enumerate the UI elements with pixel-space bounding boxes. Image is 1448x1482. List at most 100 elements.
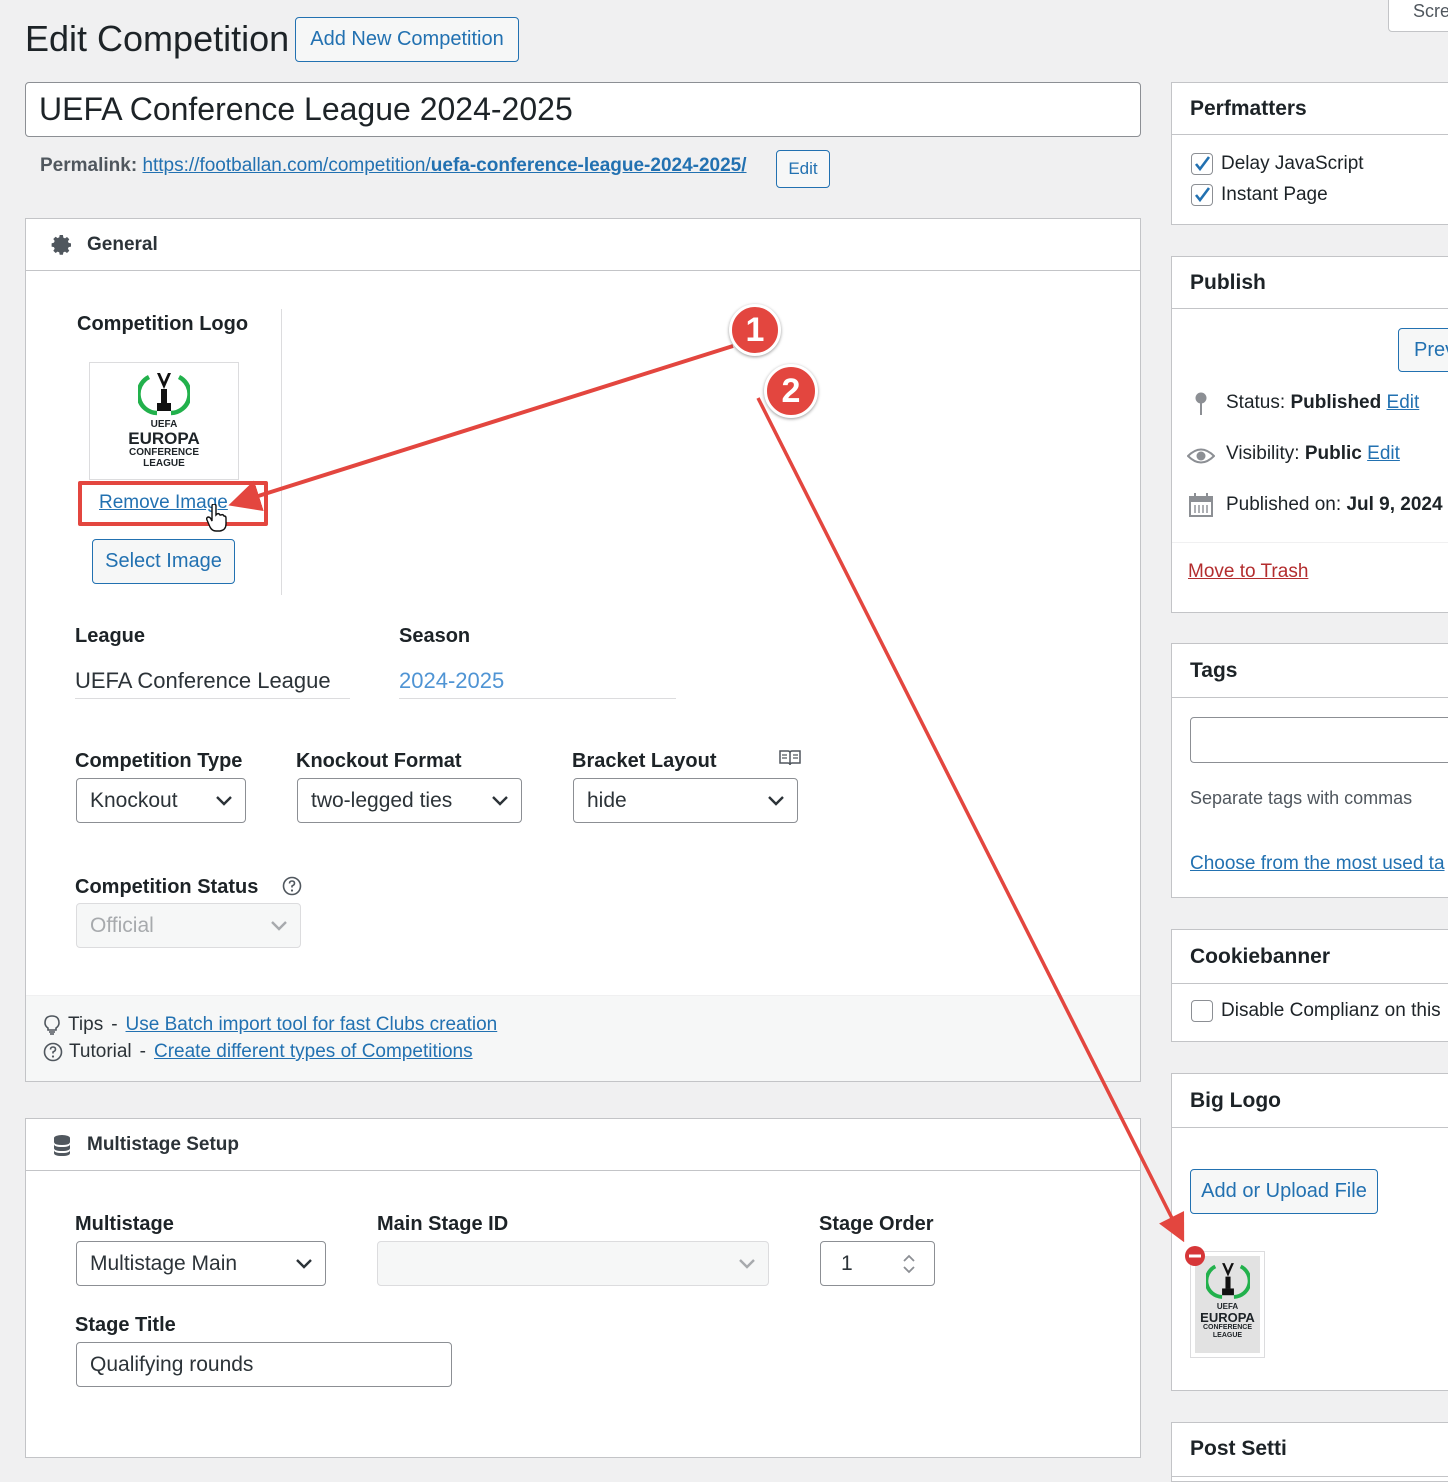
remove-circle-icon[interactable] bbox=[1184, 1245, 1206, 1267]
post-title-value: UEFA Conference League 2024-2025 bbox=[39, 91, 573, 127]
logo-text-league: LEAGUE bbox=[1212, 1332, 1243, 1339]
perfmatters-header[interactable]: Perfmatters bbox=[1172, 83, 1448, 135]
visibility-edit-link[interactable]: Edit bbox=[1367, 443, 1400, 464]
competition-type-label: Competition Type bbox=[75, 750, 243, 772]
cookiebanner-panel: Cookiebanner Disable Complianz on this bbox=[1171, 929, 1448, 1042]
publish-divider bbox=[1172, 542, 1448, 543]
move-to-trash-link[interactable]: Move to Trash bbox=[1188, 561, 1308, 583]
status-edit-link[interactable]: Edit bbox=[1387, 392, 1420, 413]
spinner-arrows-icon[interactable] bbox=[902, 1252, 916, 1276]
publish-header[interactable]: Publish bbox=[1172, 257, 1448, 309]
competition-logo-label: Competition Logo bbox=[77, 313, 249, 335]
general-panel: General Competition Logo UEFA EUROPA CON… bbox=[25, 218, 1141, 1082]
checkmark-icon bbox=[1194, 156, 1211, 172]
post-title-input[interactable]: UEFA Conference League 2024-2025 bbox=[25, 82, 1141, 137]
disable-complianz-checkbox[interactable] bbox=[1191, 1000, 1213, 1022]
chevron-down-icon bbox=[739, 1258, 755, 1269]
bracket-layout-value: hide bbox=[587, 788, 627, 812]
delay-javascript-checkbox[interactable] bbox=[1191, 153, 1213, 175]
published-on-row: Published on: Jul 9, 2024 bbox=[1226, 494, 1443, 516]
tips-row: Tips - Use Batch import tool for fast Cl… bbox=[43, 1014, 497, 1036]
tags-input[interactable] bbox=[1190, 717, 1448, 763]
logo-text-league: LEAGUE bbox=[143, 458, 185, 469]
cookiebanner-header[interactable]: Cookiebanner bbox=[1172, 930, 1448, 984]
permalink-label: Permalink: bbox=[40, 155, 138, 176]
preview-label: Prev bbox=[1414, 338, 1448, 361]
tags-panel: Tags Separate tags with commas Choose fr… bbox=[1171, 643, 1448, 898]
screen-options-label: Scre bbox=[1413, 1, 1448, 21]
preview-button[interactable]: Prev bbox=[1398, 328, 1448, 372]
add-upload-file-button[interactable]: Add or Upload File bbox=[1190, 1169, 1378, 1214]
annotation-marker-2: 2 bbox=[764, 364, 818, 418]
big-logo-image: UEFA EUROPA CONFERENCE LEAGUE bbox=[1195, 1256, 1260, 1353]
publish-panel: Publish Prev Status: Published Edit Visi… bbox=[1171, 256, 1448, 613]
tags-hint: Separate tags with commas bbox=[1190, 788, 1413, 808]
permalink-slug: uefa-conference-league-2024-2025/ bbox=[430, 155, 747, 176]
league-value: UEFA Conference League bbox=[75, 668, 350, 699]
book-icon[interactable] bbox=[779, 749, 801, 767]
competition-status-value: Official bbox=[90, 913, 154, 937]
visibility-row: Visibility: Public Edit bbox=[1226, 443, 1400, 465]
main-stage-id-select[interactable] bbox=[377, 1241, 769, 1286]
chevron-down-icon bbox=[271, 920, 287, 931]
big-logo-header[interactable]: Big Logo bbox=[1172, 1074, 1448, 1128]
competition-logo-image: UEFA EUROPA CONFERENCE LEAGUE bbox=[89, 362, 239, 480]
stage-order-label: Stage Order bbox=[819, 1213, 934, 1235]
bracket-layout-label: Bracket Layout bbox=[572, 750, 717, 772]
bracket-layout-select[interactable]: hide bbox=[573, 778, 798, 823]
logo-text-europa: EUROPA bbox=[128, 429, 200, 448]
instant-page-checkbox[interactable] bbox=[1191, 184, 1213, 206]
multistage-heading: Multistage Setup bbox=[87, 1133, 240, 1155]
status-row: Status: Published Edit bbox=[1226, 392, 1419, 414]
league-label: League bbox=[75, 625, 146, 647]
hand-cursor-icon bbox=[206, 504, 227, 532]
checkmark-icon bbox=[1194, 187, 1211, 203]
published-on-value: Jul 9, 2024 bbox=[1346, 494, 1443, 515]
knockout-format-label: Knockout Format bbox=[296, 750, 462, 772]
add-new-competition-button[interactable]: Add New Competition bbox=[295, 17, 519, 62]
logo-text-conference: CONFERENCE bbox=[1202, 1324, 1252, 1331]
visibility-label: Visibility: bbox=[1226, 443, 1300, 464]
main-stage-id-label: Main Stage ID bbox=[377, 1213, 509, 1235]
competition-type-select[interactable]: Knockout bbox=[76, 778, 246, 823]
big-logo-panel: Big Logo Add or Upload File UEFA EUROPA … bbox=[1171, 1073, 1448, 1391]
permalink-link[interactable]: https://footballan.com/competition/uefa-… bbox=[142, 155, 746, 176]
general-panel-header[interactable]: General bbox=[26, 219, 1140, 271]
published-on-label: Published on: bbox=[1226, 494, 1342, 515]
stage-order-input[interactable]: 1 bbox=[820, 1241, 935, 1286]
trophy-logo-icon bbox=[1205, 1263, 1250, 1299]
stage-order-value: 1 bbox=[841, 1251, 853, 1275]
multistage-panel: Multistage Setup Multistage Multistage M… bbox=[25, 1118, 1141, 1458]
multistage-panel-header[interactable]: Multistage Setup bbox=[26, 1119, 1140, 1171]
stage-title-input[interactable]: Qualifying rounds bbox=[76, 1342, 452, 1387]
general-heading: General bbox=[87, 233, 158, 255]
help-icon[interactable] bbox=[282, 876, 302, 896]
tutorial-label: Tutorial bbox=[69, 1041, 132, 1062]
tips-link[interactable]: Use Batch import tool for fast Clubs cre… bbox=[126, 1014, 498, 1036]
competition-status-select[interactable]: Official bbox=[76, 903, 301, 948]
logo-text-conference: CONFERENCE bbox=[128, 447, 199, 458]
instant-page-label: Instant Page bbox=[1221, 184, 1328, 205]
competition-status-label: Competition Status bbox=[75, 876, 259, 898]
multistage-value: Multistage Main bbox=[90, 1251, 238, 1275]
post-settings-header[interactable]: Post Setti bbox=[1172, 1423, 1448, 1477]
multistage-select[interactable]: Multistage Main bbox=[76, 1241, 326, 1286]
chevron-down-icon bbox=[296, 1258, 312, 1269]
tips-separator: - bbox=[111, 1014, 118, 1035]
competition-type-value: Knockout bbox=[90, 788, 178, 812]
tutorial-link[interactable]: Create different types of Competitions bbox=[154, 1041, 473, 1063]
general-footer bbox=[26, 995, 1140, 1081]
question-circle-icon bbox=[43, 1042, 63, 1062]
knockout-format-value: two-legged ties bbox=[311, 788, 453, 812]
tags-header[interactable]: Tags bbox=[1172, 644, 1448, 698]
knockout-format-select[interactable]: two-legged ties bbox=[297, 778, 522, 823]
select-image-button[interactable]: Select Image bbox=[92, 539, 235, 584]
status-label: Status: bbox=[1226, 392, 1286, 413]
permalink-edit-button[interactable]: Edit bbox=[776, 150, 830, 188]
gear-icon bbox=[51, 234, 71, 255]
delay-javascript-label: Delay JavaScript bbox=[1221, 153, 1364, 174]
perfmatters-panel: Perfmatters Delay JavaScript Instant Pag… bbox=[1171, 82, 1448, 225]
screen-options-button[interactable]: Scre bbox=[1388, 0, 1448, 32]
season-value: 2024-2025 bbox=[399, 668, 676, 699]
tags-choose-link[interactable]: Choose from the most used ta bbox=[1190, 853, 1445, 875]
